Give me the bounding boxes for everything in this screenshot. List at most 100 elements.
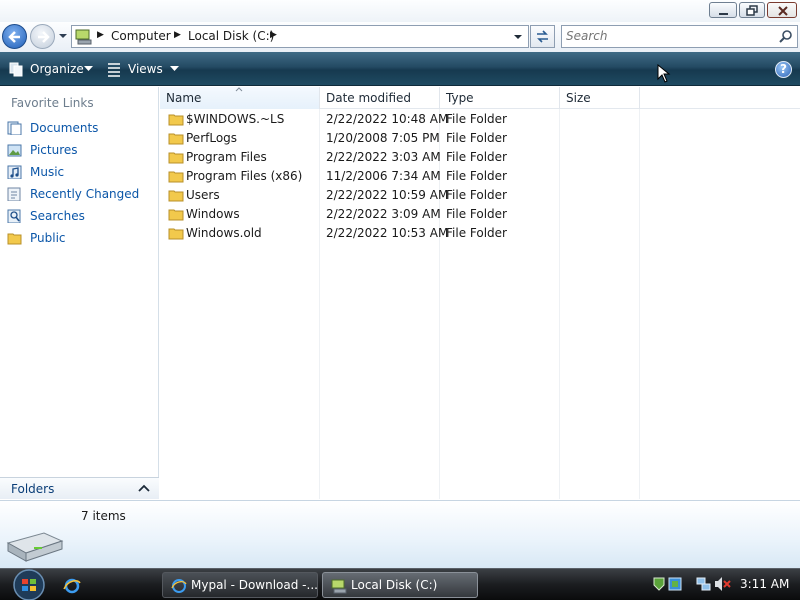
file-name: $WINDOWS.~LS (186, 112, 285, 126)
table-row[interactable]: Program Files 2/22/2022 3:03 AM File Fol… (160, 148, 800, 167)
breadcrumb-separator-icon[interactable]: ▶ (270, 30, 277, 40)
views-label: Views (128, 62, 163, 76)
favorite-links-heading: Favorite Links (11, 96, 94, 110)
file-type: File Folder (446, 112, 507, 126)
folder-icon (168, 190, 184, 202)
chevron-down-icon (170, 66, 179, 71)
details-pane: 7 items (0, 500, 800, 568)
table-row[interactable]: $WINDOWS.~LS 2/22/2022 10:48 AM File Fol… (160, 110, 800, 129)
column-header-name[interactable]: Name (160, 87, 320, 109)
arrow-left-icon (8, 31, 20, 43)
file-date: 2/22/2022 10:59 AM (326, 188, 449, 202)
refresh-icon (537, 30, 548, 43)
breadcrumb-computer[interactable]: Computer (111, 29, 171, 43)
organize-icon (9, 62, 23, 77)
sidebar-item-pictures[interactable]: Pictures (0, 140, 158, 160)
folder-icon (168, 152, 184, 164)
close-icon (778, 6, 788, 16)
sidebar-item-music[interactable]: Music (0, 162, 158, 182)
search-input[interactable] (566, 29, 766, 43)
folder-icon (168, 228, 184, 240)
breadcrumb-local-disk[interactable]: Local Disk (C:) (188, 29, 274, 43)
file-date: 2/22/2022 3:09 AM (326, 207, 441, 221)
back-button[interactable] (2, 24, 27, 49)
sidebar-item-public[interactable]: Public (0, 228, 158, 248)
file-name: Program Files (186, 150, 267, 164)
file-type: File Folder (446, 188, 507, 202)
folder-icon (168, 133, 184, 145)
documents-icon (7, 121, 22, 135)
mouse-cursor-icon (657, 64, 671, 83)
taskbar-item-label: Mypal - Download -... (191, 578, 318, 592)
close-button[interactable] (767, 2, 797, 18)
sidebar-item-recently-changed[interactable]: Recently Changed (0, 184, 158, 204)
column-header-label: Size (566, 91, 591, 105)
recently-changed-icon (7, 187, 21, 201)
search-icon[interactable] (778, 29, 794, 45)
address-bar[interactable]: ▶ Computer ▶ Local Disk (C:) ▶ (71, 25, 529, 48)
folder-icon (168, 114, 184, 126)
taskbar-item-local-disk[interactable]: Local Disk (C:) (322, 572, 478, 598)
address-history-chevron-down-icon[interactable] (513, 32, 523, 42)
sidebar-item-label: Pictures (30, 143, 78, 157)
browser-icon (171, 579, 187, 593)
internet-explorer-icon[interactable] (62, 576, 82, 596)
file-type: File Folder (446, 207, 507, 221)
refresh-button[interactable] (530, 25, 555, 48)
maximize-button[interactable] (739, 2, 765, 18)
table-row[interactable]: PerfLogs 1/20/2008 7:05 PM File Folder (160, 129, 800, 148)
views-button[interactable]: Views (104, 60, 184, 78)
chevron-up-icon (138, 484, 150, 492)
navigation-bar: ▶ Computer ▶ Local Disk (C:) ▶ (0, 22, 800, 52)
organize-button[interactable]: Organize (6, 60, 96, 78)
drive-icon (331, 579, 347, 594)
clock[interactable]: 3:11 AM (740, 577, 789, 591)
computer-icon (75, 29, 92, 45)
column-header-type[interactable]: Type (440, 87, 560, 109)
network-icon[interactable] (696, 576, 712, 592)
breadcrumb-separator-icon[interactable]: ▶ (174, 30, 181, 40)
table-row[interactable]: Program Files (x86) 11/2/2006 7:34 AM Fi… (160, 167, 800, 186)
navigation-pane: Favorite Links Documents Pictures Music … (0, 87, 159, 499)
sidebar-item-label: Documents (30, 121, 99, 135)
file-date: 1/20/2008 7:05 PM (326, 131, 440, 145)
search-box[interactable] (561, 25, 798, 48)
minimize-icon (719, 13, 728, 15)
security-shield-icon[interactable] (652, 576, 666, 592)
sidebar-item-searches[interactable]: Searches (0, 206, 158, 226)
start-button[interactable] (9, 569, 49, 600)
folder-icon (168, 171, 184, 183)
help-button[interactable]: ? (775, 61, 792, 78)
minimize-button[interactable] (709, 2, 737, 18)
sidebar-item-documents[interactable]: Documents (0, 118, 158, 138)
windows-logo-icon (22, 579, 28, 584)
volume-muted-icon[interactable] (714, 576, 732, 592)
sidebar-item-label: Music (30, 165, 65, 179)
table-row[interactable]: Users 2/22/2022 10:59 AM File Folder (160, 186, 800, 205)
file-type: File Folder (446, 169, 507, 183)
sidebar-item-label: Searches (30, 209, 85, 223)
music-icon (7, 165, 22, 179)
taskbar-item-label: Local Disk (C:) (351, 578, 438, 592)
column-header-date-modified[interactable]: Date modified (320, 87, 440, 109)
recent-pages-chevron-down-icon[interactable] (58, 31, 68, 41)
taskbar: Mypal - Download -... Local Disk (C:) 3:… (0, 568, 800, 600)
hard-drive-icon (6, 532, 64, 562)
sort-ascending-icon (235, 87, 243, 92)
sidebar-item-label: Public (30, 231, 66, 245)
table-row[interactable]: Windows.old 2/22/2022 10:53 AM File Fold… (160, 224, 800, 243)
file-name: Windows.old (186, 226, 262, 240)
forward-button[interactable] (30, 24, 55, 49)
column-header-label: Date modified (326, 91, 412, 105)
taskbar-item-mypal[interactable]: Mypal - Download -... (162, 572, 318, 598)
file-type: File Folder (446, 150, 507, 164)
windows-update-icon[interactable] (668, 576, 682, 592)
organize-label: Organize (30, 62, 84, 76)
column-header-size[interactable]: Size (560, 87, 640, 109)
file-name: PerfLogs (186, 131, 238, 145)
table-row[interactable]: Windows 2/22/2022 3:09 AM File Folder (160, 205, 800, 224)
column-headers: Name Date modified Type Size (160, 87, 800, 109)
folders-toggle[interactable]: Folders (0, 477, 159, 499)
file-date: 2/22/2022 3:03 AM (326, 150, 441, 164)
chevron-down-icon (84, 66, 93, 71)
